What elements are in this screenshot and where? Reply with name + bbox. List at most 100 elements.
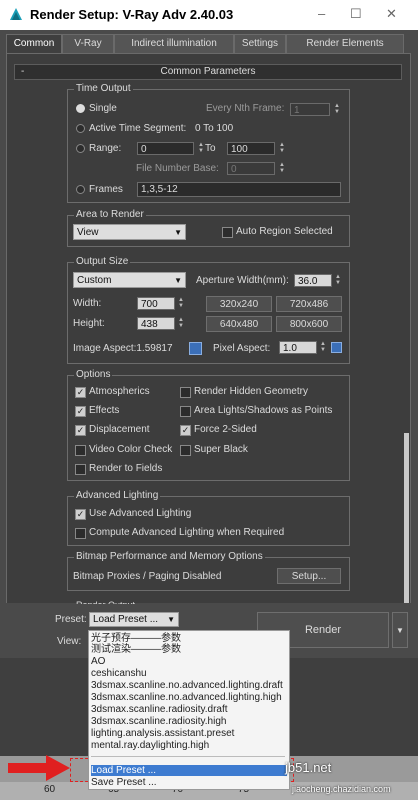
file-number-base-field[interactable]: 0 (227, 162, 275, 175)
active-segment-label: Active Time Segment: (89, 123, 187, 134)
auto-region-label: Auto Region Selected (236, 226, 333, 237)
range-from-field[interactable]: 0 (137, 142, 194, 155)
save-preset-item[interactable]: Save Preset ... (91, 777, 157, 788)
aperture-width-spinner[interactable]: ▲ ▼ (334, 274, 342, 287)
preset-menu-item[interactable]: 3dsmax.scanline.no.advanced.lighting.dra… (91, 680, 283, 691)
preset-menu-item[interactable]: 3dsmax.scanline.radiosity.high (91, 716, 226, 727)
preset-640x480-button[interactable]: 640x480 (206, 316, 272, 332)
bitmap-setup-button[interactable]: Setup... (277, 568, 341, 584)
chevron-down-icon: ▼ (174, 228, 182, 237)
pixel-aspect-lock-icon[interactable] (331, 342, 342, 353)
frames-field[interactable]: 1,3,5-12 (137, 182, 341, 197)
bitmap-status: Bitmap Proxies / Paging Disabled (73, 571, 222, 582)
maximize-button[interactable]: ☐ (350, 6, 362, 22)
minimize-button[interactable]: – (318, 6, 325, 21)
render-hidden-label: Render Hidden Geometry (194, 386, 308, 397)
render-hidden-checkbox[interactable] (180, 387, 191, 398)
tab-indirect-illumination[interactable]: Indirect illumination (114, 34, 234, 54)
menu-separator (91, 756, 285, 757)
aperture-width-label: Aperture Width(mm): (196, 275, 289, 286)
preset-menu-item[interactable]: mental.ray.daylighting.high (91, 740, 209, 751)
common-parameters-rollout[interactable]: - Common Parameters (14, 64, 402, 80)
nth-frame-field[interactable]: 1 (290, 103, 330, 116)
preset-menu-item[interactable]: 3dsmax.scanline.no.advanced.lighting.hig… (91, 692, 282, 703)
aperture-width-field[interactable]: 36.0 (294, 274, 332, 287)
single-radio[interactable] (76, 104, 85, 113)
use-advanced-lighting-checkbox[interactable]: ✓ (75, 509, 86, 520)
preset-menu-item[interactable]: 3dsmax.scanline.radiosity.draft (91, 704, 228, 715)
preset-menu-item[interactable]: 测试渲染———参数 (91, 644, 181, 655)
atmospherics-label: Atmospherics (89, 386, 150, 397)
file-number-base-spinner[interactable]: ▲ ▼ (278, 162, 286, 175)
single-label: Single (89, 103, 117, 114)
auto-region-checkbox[interactable] (222, 227, 233, 238)
area-lights-checkbox[interactable] (180, 406, 191, 417)
tab-vray[interactable]: V-Ray (62, 34, 114, 54)
area-lights-label: Area Lights/Shadows as Points (194, 405, 333, 416)
time-output-title: Time Output (74, 83, 133, 95)
nth-frame-spinner[interactable]: ▲ ▼ (333, 103, 341, 116)
tab-common[interactable]: Common (6, 34, 62, 54)
preset-320x240-button[interactable]: 320x240 (206, 296, 272, 312)
preset-720x486-button[interactable]: 720x486 (276, 296, 342, 312)
active-segment-radio[interactable] (76, 124, 85, 133)
range-label: Range: (89, 143, 122, 154)
load-preset-item[interactable]: Load Preset ... (91, 765, 287, 776)
range-to-spinner[interactable]: ▲ ▼ (278, 142, 286, 155)
compute-advanced-lighting-checkbox[interactable] (75, 528, 86, 539)
view-label: View: (57, 636, 82, 647)
title-bar: Render Setup: V-Ray Adv 2.40.03 – ☐ ✕ (0, 0, 418, 30)
tab-settings[interactable]: Settings (234, 34, 286, 54)
height-spinner[interactable]: ▲ ▼ (177, 317, 185, 330)
red-arrow-icon (8, 755, 72, 781)
force-2sided-label: Force 2-Sided (194, 424, 257, 435)
advanced-lighting-title: Advanced Lighting (74, 490, 161, 502)
pixel-aspect-field[interactable]: 1.0 (279, 341, 317, 354)
output-size-title: Output Size (74, 256, 131, 268)
panel-scrollbar[interactable] (404, 433, 409, 603)
render-fields-label: Render to Fields (89, 463, 163, 474)
atmospherics-checkbox[interactable]: ✓ (75, 387, 86, 398)
preset-menu-item[interactable]: 光子预存———参数 (91, 633, 181, 644)
watermark-line2: jiaocheng.chazidian.com (292, 784, 391, 794)
preset-menu[interactable]: 光子预存———参数 测试渲染———参数 AO ceshicanshu 3dsma… (88, 630, 290, 790)
height-field[interactable]: 438 (137, 317, 175, 330)
preset-value: Load Preset ... (93, 614, 159, 625)
watermark-line1: jb51.net (285, 760, 332, 775)
image-aspect-lock-icon[interactable] (189, 342, 202, 355)
rollout-title: Common Parameters (160, 66, 256, 77)
super-black-checkbox[interactable] (180, 445, 191, 456)
width-field[interactable]: 700 (137, 297, 175, 310)
displacement-label: Displacement (89, 424, 150, 435)
frames-radio[interactable] (76, 185, 85, 194)
window-title: Render Setup: V-Ray Adv 2.40.03 (30, 7, 234, 22)
effects-checkbox[interactable]: ✓ (75, 406, 86, 417)
pixel-aspect-spinner[interactable]: ▲ ▼ (319, 341, 327, 354)
range-radio[interactable] (76, 144, 85, 153)
preset-800x600-button[interactable]: 800x600 (276, 316, 342, 332)
pixel-aspect-label: Pixel Aspect: (213, 343, 271, 354)
preset-label: Preset: (55, 614, 87, 625)
range-from-spinner[interactable]: ▲ ▼ (197, 142, 205, 155)
width-spinner[interactable]: ▲ ▼ (177, 297, 185, 310)
preset-menu-item[interactable]: ceshicanshu (91, 668, 147, 679)
range-to-field[interactable]: 100 (227, 142, 275, 155)
area-to-render-dropdown[interactable]: View ▼ (73, 224, 186, 240)
preset-dropdown[interactable]: Load Preset ... ▼ (89, 612, 179, 627)
tab-render-elements[interactable]: Render Elements (286, 34, 404, 54)
render-fields-checkbox[interactable] (75, 464, 86, 475)
displacement-checkbox[interactable]: ✓ (75, 425, 86, 436)
preset-menu-item[interactable]: lighting.analysis.assistant.preset (91, 728, 234, 739)
video-color-checkbox[interactable] (75, 445, 86, 456)
width-label: Width: (73, 298, 102, 309)
output-size-dropdown[interactable]: Custom ▼ (73, 272, 186, 288)
compute-advanced-lighting-label: Compute Advanced Lighting when Required (89, 527, 285, 538)
area-to-render-value: View (77, 227, 99, 238)
force-2sided-checkbox[interactable]: ✓ (180, 425, 191, 436)
preset-menu-item[interactable]: AO (91, 656, 105, 667)
close-button[interactable]: ✕ (386, 6, 397, 22)
render-options-button[interactable]: ▼ (392, 612, 408, 648)
effects-label: Effects (89, 405, 120, 416)
chevron-down-icon: ▼ (396, 626, 404, 635)
options-title: Options (74, 369, 113, 381)
